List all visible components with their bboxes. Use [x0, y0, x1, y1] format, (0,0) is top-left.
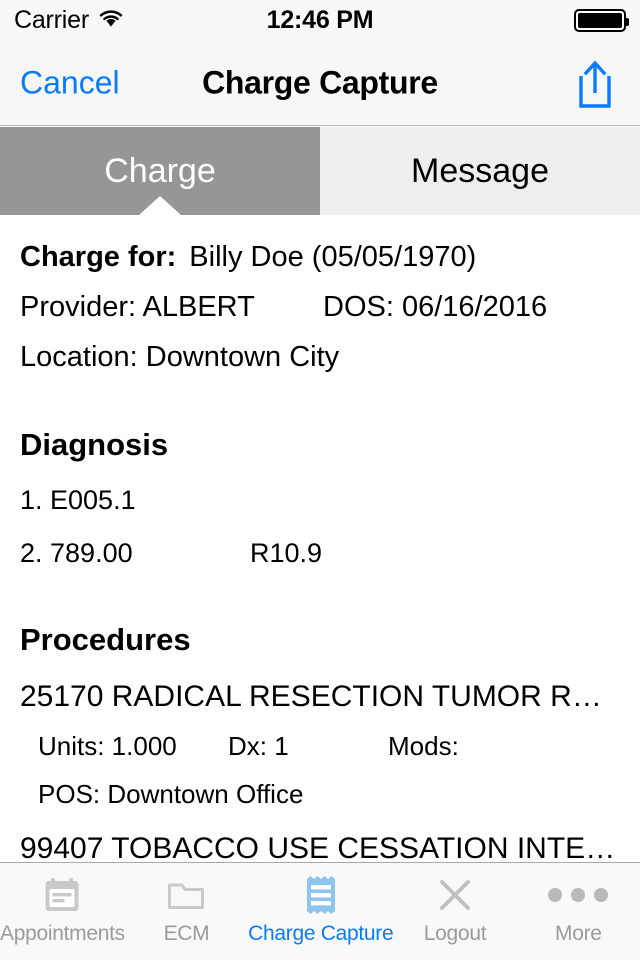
tab-item-logout[interactable]: Logout [393, 863, 516, 960]
folder-icon [166, 875, 206, 915]
procedure-mods: Mods: [388, 731, 459, 761]
charge-for-row: Charge for: Billy Doe (05/05/1970) [0, 215, 640, 274]
dos-value: DOS: 06/16/2016 [323, 291, 548, 323]
status-bar-right [373, 8, 630, 32]
segmented-tab-bar: Charge Message [0, 127, 640, 215]
battery-full-icon [574, 8, 630, 32]
tab-item-ecm-label: ECM [163, 922, 210, 945]
tab-item-appointments-label: Appointments [0, 922, 125, 945]
diagnosis-row: 1. E005.1 [0, 485, 640, 516]
status-bar-left: Carrier [14, 6, 267, 35]
tab-item-logout-label: Logout [423, 922, 487, 945]
procedure-pos: POS: Downtown Office [38, 779, 304, 809]
tab-item-more-label: More [555, 922, 602, 945]
tab-item-charge-capture[interactable]: Charge Capture [248, 863, 394, 960]
status-bar-clock: 12:46 PM [266, 5, 374, 34]
procedure-detail-row: Units: 1.000 Dx: 1 Mods: [0, 731, 640, 762]
diagnosis-section-title: Diagnosis [20, 427, 169, 462]
patient-name-dob: Billy Doe (05/05/1970) [189, 241, 477, 273]
procedure-item[interactable]: 25170 RADICAL RESECTION TUMOR RADIUS… Un… [0, 680, 640, 810]
provider-dos-row: Provider: ALBERT DOS: 06/16/2016 [0, 291, 640, 324]
charge-detail-scroll[interactable]: Charge for: Billy Doe (05/05/1970) Provid… [0, 215, 640, 862]
tab-message-label: Message [411, 151, 549, 190]
charge-detail-content: Charge for: Billy Doe (05/05/1970) Provid… [0, 215, 640, 862]
diagnosis-code-secondary: R10.9 [250, 538, 323, 568]
navigation-bar: Cancel Charge Capture [0, 40, 640, 126]
location-row: Location: Downtown City [0, 341, 640, 374]
procedure-title: 25170 RADICAL RESECTION TUMOR RADIUS… [20, 680, 640, 713]
procedure-units: Units: 1.000 [38, 731, 177, 761]
page-title: Charge Capture [202, 64, 438, 100]
close-x-icon [436, 875, 474, 915]
wifi-icon [98, 8, 124, 33]
bottom-tab-bar: Appointments ECM Charge Capture Logout M… [0, 862, 640, 960]
tab-active-pointer-icon [139, 196, 181, 215]
tab-charge[interactable]: Charge [0, 127, 320, 215]
tab-item-ecm[interactable]: ECM [125, 863, 248, 960]
carrier-label: Carrier [14, 5, 89, 34]
charge-for-label: Charge for: [20, 241, 177, 273]
status-bar: Carrier 12:46 PM [0, 0, 640, 40]
receipt-icon [302, 875, 340, 915]
procedure-dx: Dx: 1 [228, 731, 289, 761]
diagnosis-code-primary: 1. E005.1 [20, 485, 136, 515]
procedure-title: 99407 TOBACCO USE CESSATION INTENSIVE… [20, 832, 640, 862]
location-value: Location: Downtown City [20, 341, 340, 373]
calendar-icon [43, 875, 81, 915]
procedure-item[interactable]: 99407 TOBACCO USE CESSATION INTENSIVE… U… [0, 832, 640, 862]
tab-message[interactable]: Message [320, 127, 640, 215]
share-icon[interactable] [572, 57, 618, 109]
diagnosis-code-primary: 2. 789.00 [20, 538, 133, 568]
diagnosis-row: 2. 789.00 R10.9 [0, 538, 640, 569]
tab-item-charge-capture-label: Charge Capture [248, 922, 394, 945]
provider-value: Provider: ALBERT [20, 291, 255, 323]
tab-item-appointments[interactable]: Appointments [0, 863, 125, 960]
tab-item-more[interactable]: More [517, 863, 640, 960]
procedures-section-title: Procedures [20, 622, 191, 657]
ellipsis-icon [548, 875, 609, 915]
app-screen: Carrier 12:46 PM Cancel Charge Capture C… [0, 0, 640, 960]
tab-charge-label: Charge [104, 151, 216, 190]
